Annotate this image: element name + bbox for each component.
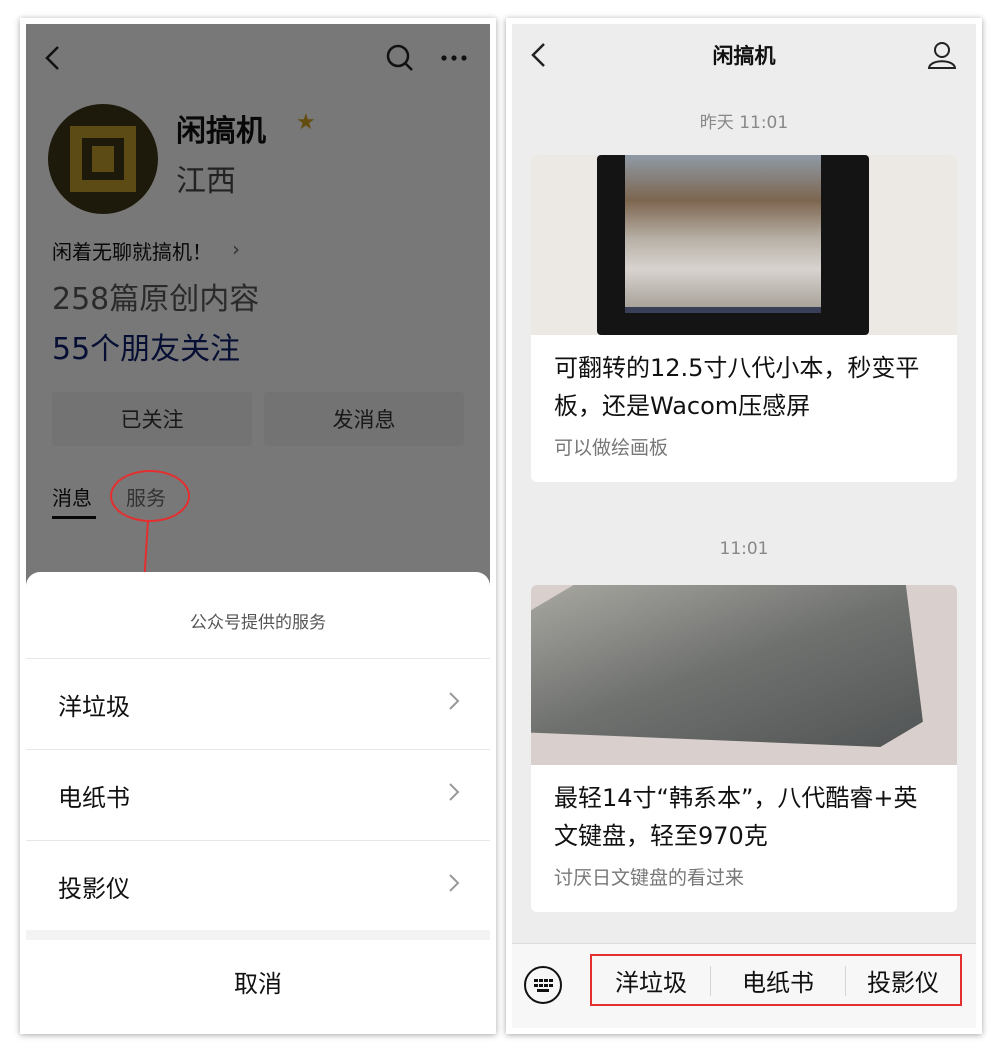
article-cover-image — [531, 155, 957, 335]
sheet-item-e-reader[interactable]: 电纸书 — [26, 749, 490, 840]
tablet-screen — [625, 155, 821, 307]
article-title: 最轻14寸“韩系本”，八代酷睿+英文键盘，轻至970克 — [554, 784, 918, 850]
article-title: 可翻转的12.5寸八代小本，秒变平板，还是Wacom压感屏 — [554, 354, 920, 420]
official-account-profile-screen: 闲搞机 ★ 江西 闲着无聊就搞机！ › 258篇原创内容 55个朋友关注 已关注… — [26, 24, 490, 1028]
sheet-item-label: 洋垃圾 — [58, 693, 130, 721]
chat-header: 闲搞机 — [512, 24, 976, 86]
menu-annotation-box: 洋垃圾 电纸书 投影仪 — [590, 954, 962, 1006]
menu-item-yang-laji[interactable]: 洋垃圾 — [592, 956, 710, 1004]
article-subtitle: 可以做绘画板 — [554, 437, 669, 459]
taskbar — [625, 307, 821, 313]
chevron-right-icon — [449, 783, 460, 801]
user-icon[interactable] — [926, 39, 958, 71]
sheet-divider — [26, 930, 490, 940]
custom-menu-bar: 洋垃圾 电纸书 投影仪 — [512, 943, 976, 1028]
sheet-item-label: 投影仪 — [58, 875, 130, 903]
annotation-circle — [110, 470, 190, 522]
chevron-right-icon — [449, 692, 460, 710]
message-timestamp: 11:01 — [719, 539, 769, 559]
right-screenshot-frame: 闲搞机 昨天 11:01 可翻转的12.5寸八代小本，秒变平板，还是Wacom压… — [506, 18, 982, 1034]
laptop-image — [531, 585, 923, 747]
sheet-item-label: 电纸书 — [58, 784, 130, 812]
chat-title: 闲搞机 — [712, 44, 776, 68]
article-card[interactable]: 最轻14寸“韩系本”，八代酷睿+英文键盘，轻至970克 讨厌日文键盘的看过来 — [531, 585, 957, 912]
keyboard-icon[interactable] — [524, 966, 562, 1004]
sheet-title: 公众号提供的服务 — [190, 613, 326, 633]
menu-item-e-reader[interactable]: 电纸书 — [711, 956, 845, 1004]
article-cover-image — [531, 585, 957, 765]
message-timestamp: 昨天 11:01 — [699, 113, 789, 133]
sheet-item-projector[interactable]: 投影仪 — [26, 840, 490, 931]
sheet-item-yang-laji[interactable]: 洋垃圾 — [26, 658, 490, 749]
left-screenshot-frame: 闲搞机 ★ 江西 闲着无聊就搞机！ › 258篇原创内容 55个朋友关注 已关注… — [20, 18, 496, 1034]
article-card[interactable]: 可翻转的12.5寸八代小本，秒变平板，还是Wacom压感屏 可以做绘画板 — [531, 155, 957, 482]
official-account-chat-screen: 闲搞机 昨天 11:01 可翻转的12.5寸八代小本，秒变平板，还是Wacom压… — [512, 24, 976, 1028]
article-subtitle: 讨厌日文键盘的看过来 — [554, 867, 745, 889]
cancel-button[interactable]: 取消 — [26, 940, 490, 1022]
services-action-sheet: 公众号提供的服务 洋垃圾 电纸书 投影仪 取消 — [26, 572, 490, 1028]
tablet-image — [597, 155, 869, 335]
menu-item-projector[interactable]: 投影仪 — [846, 956, 960, 1004]
chevron-right-icon — [449, 874, 460, 892]
